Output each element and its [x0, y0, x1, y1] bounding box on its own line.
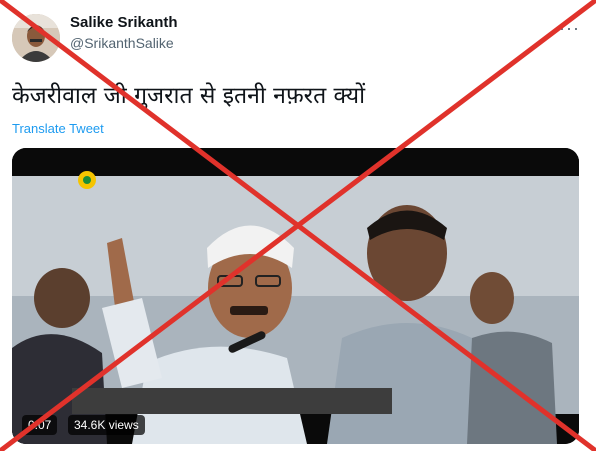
author-name[interactable]: Salike Srikanth	[70, 14, 178, 31]
author-handle[interactable]: @SrikanthSalike	[70, 35, 174, 51]
video-player[interactable]: 0:07 34.6K views	[12, 148, 579, 444]
video-frame	[12, 148, 579, 444]
avatar-photo	[12, 14, 60, 62]
translate-tweet-link[interactable]: Translate Tweet	[12, 121, 104, 136]
avatar[interactable]	[12, 14, 60, 62]
video-views-badge: 34.6K views	[68, 415, 145, 435]
tweet-text: केजरीवाल जी गुजरात से इतनी नफ़रत क्यों	[12, 83, 366, 109]
more-dots-icon[interactable]: ···	[559, 18, 580, 39]
video-time-badge: 0:07	[22, 415, 58, 435]
